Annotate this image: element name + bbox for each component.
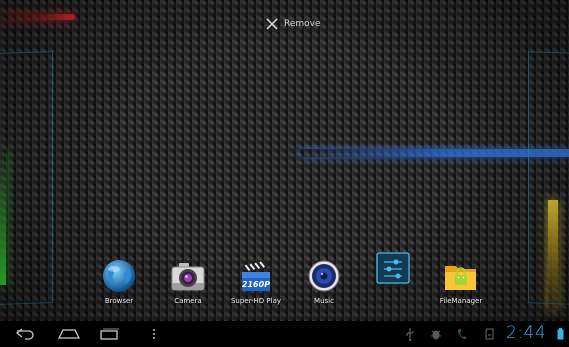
usb-icon [406,328,414,341]
app-super-hd-play[interactable]: 2160P Super-HD Play [221,257,291,305]
app-settings[interactable] [358,251,428,287]
app-file-manager[interactable]: FileManager [426,257,496,305]
back-icon [15,328,34,340]
usb-status [404,321,416,347]
app-label: Super-HD Play [230,297,282,305]
clock[interactable]: 2:44 [506,323,546,343]
battery-icon [557,328,564,340]
app-label: Browser [104,297,134,305]
video-player-icon: 2160P [236,257,276,295]
app-shortcuts: Browser Camera 2160P Super-HD Play Music… [0,0,569,347]
camera-icon [168,257,208,295]
phone-status [457,321,467,347]
home-button[interactable] [52,321,86,347]
app-browser[interactable]: Browser [84,257,154,305]
battery-status [557,321,564,347]
sd-card-icon [485,328,494,340]
recent-apps-icon [100,328,119,340]
system-bar: 2:44 [0,321,569,347]
phone-icon [458,329,466,339]
sd-card-status [485,321,494,347]
folder-icon [441,257,481,295]
app-label: FileManager [439,297,483,305]
back-button[interactable] [8,321,42,347]
app-label: Music [314,297,334,305]
settings-sliders-icon [375,251,411,285]
menu-button[interactable] [146,321,162,347]
menu-dots-icon [153,329,155,339]
app-camera[interactable]: Camera [153,257,223,305]
resolution-badge: 2160P [242,280,270,289]
app-music[interactable]: Music [289,257,359,305]
debug-status [430,321,442,347]
globe-icon [99,257,139,295]
app-label: Camera [174,297,202,305]
speaker-icon [304,257,344,295]
debug-icon [431,330,441,340]
recent-apps-button[interactable] [92,321,126,347]
home-icon [57,329,81,339]
